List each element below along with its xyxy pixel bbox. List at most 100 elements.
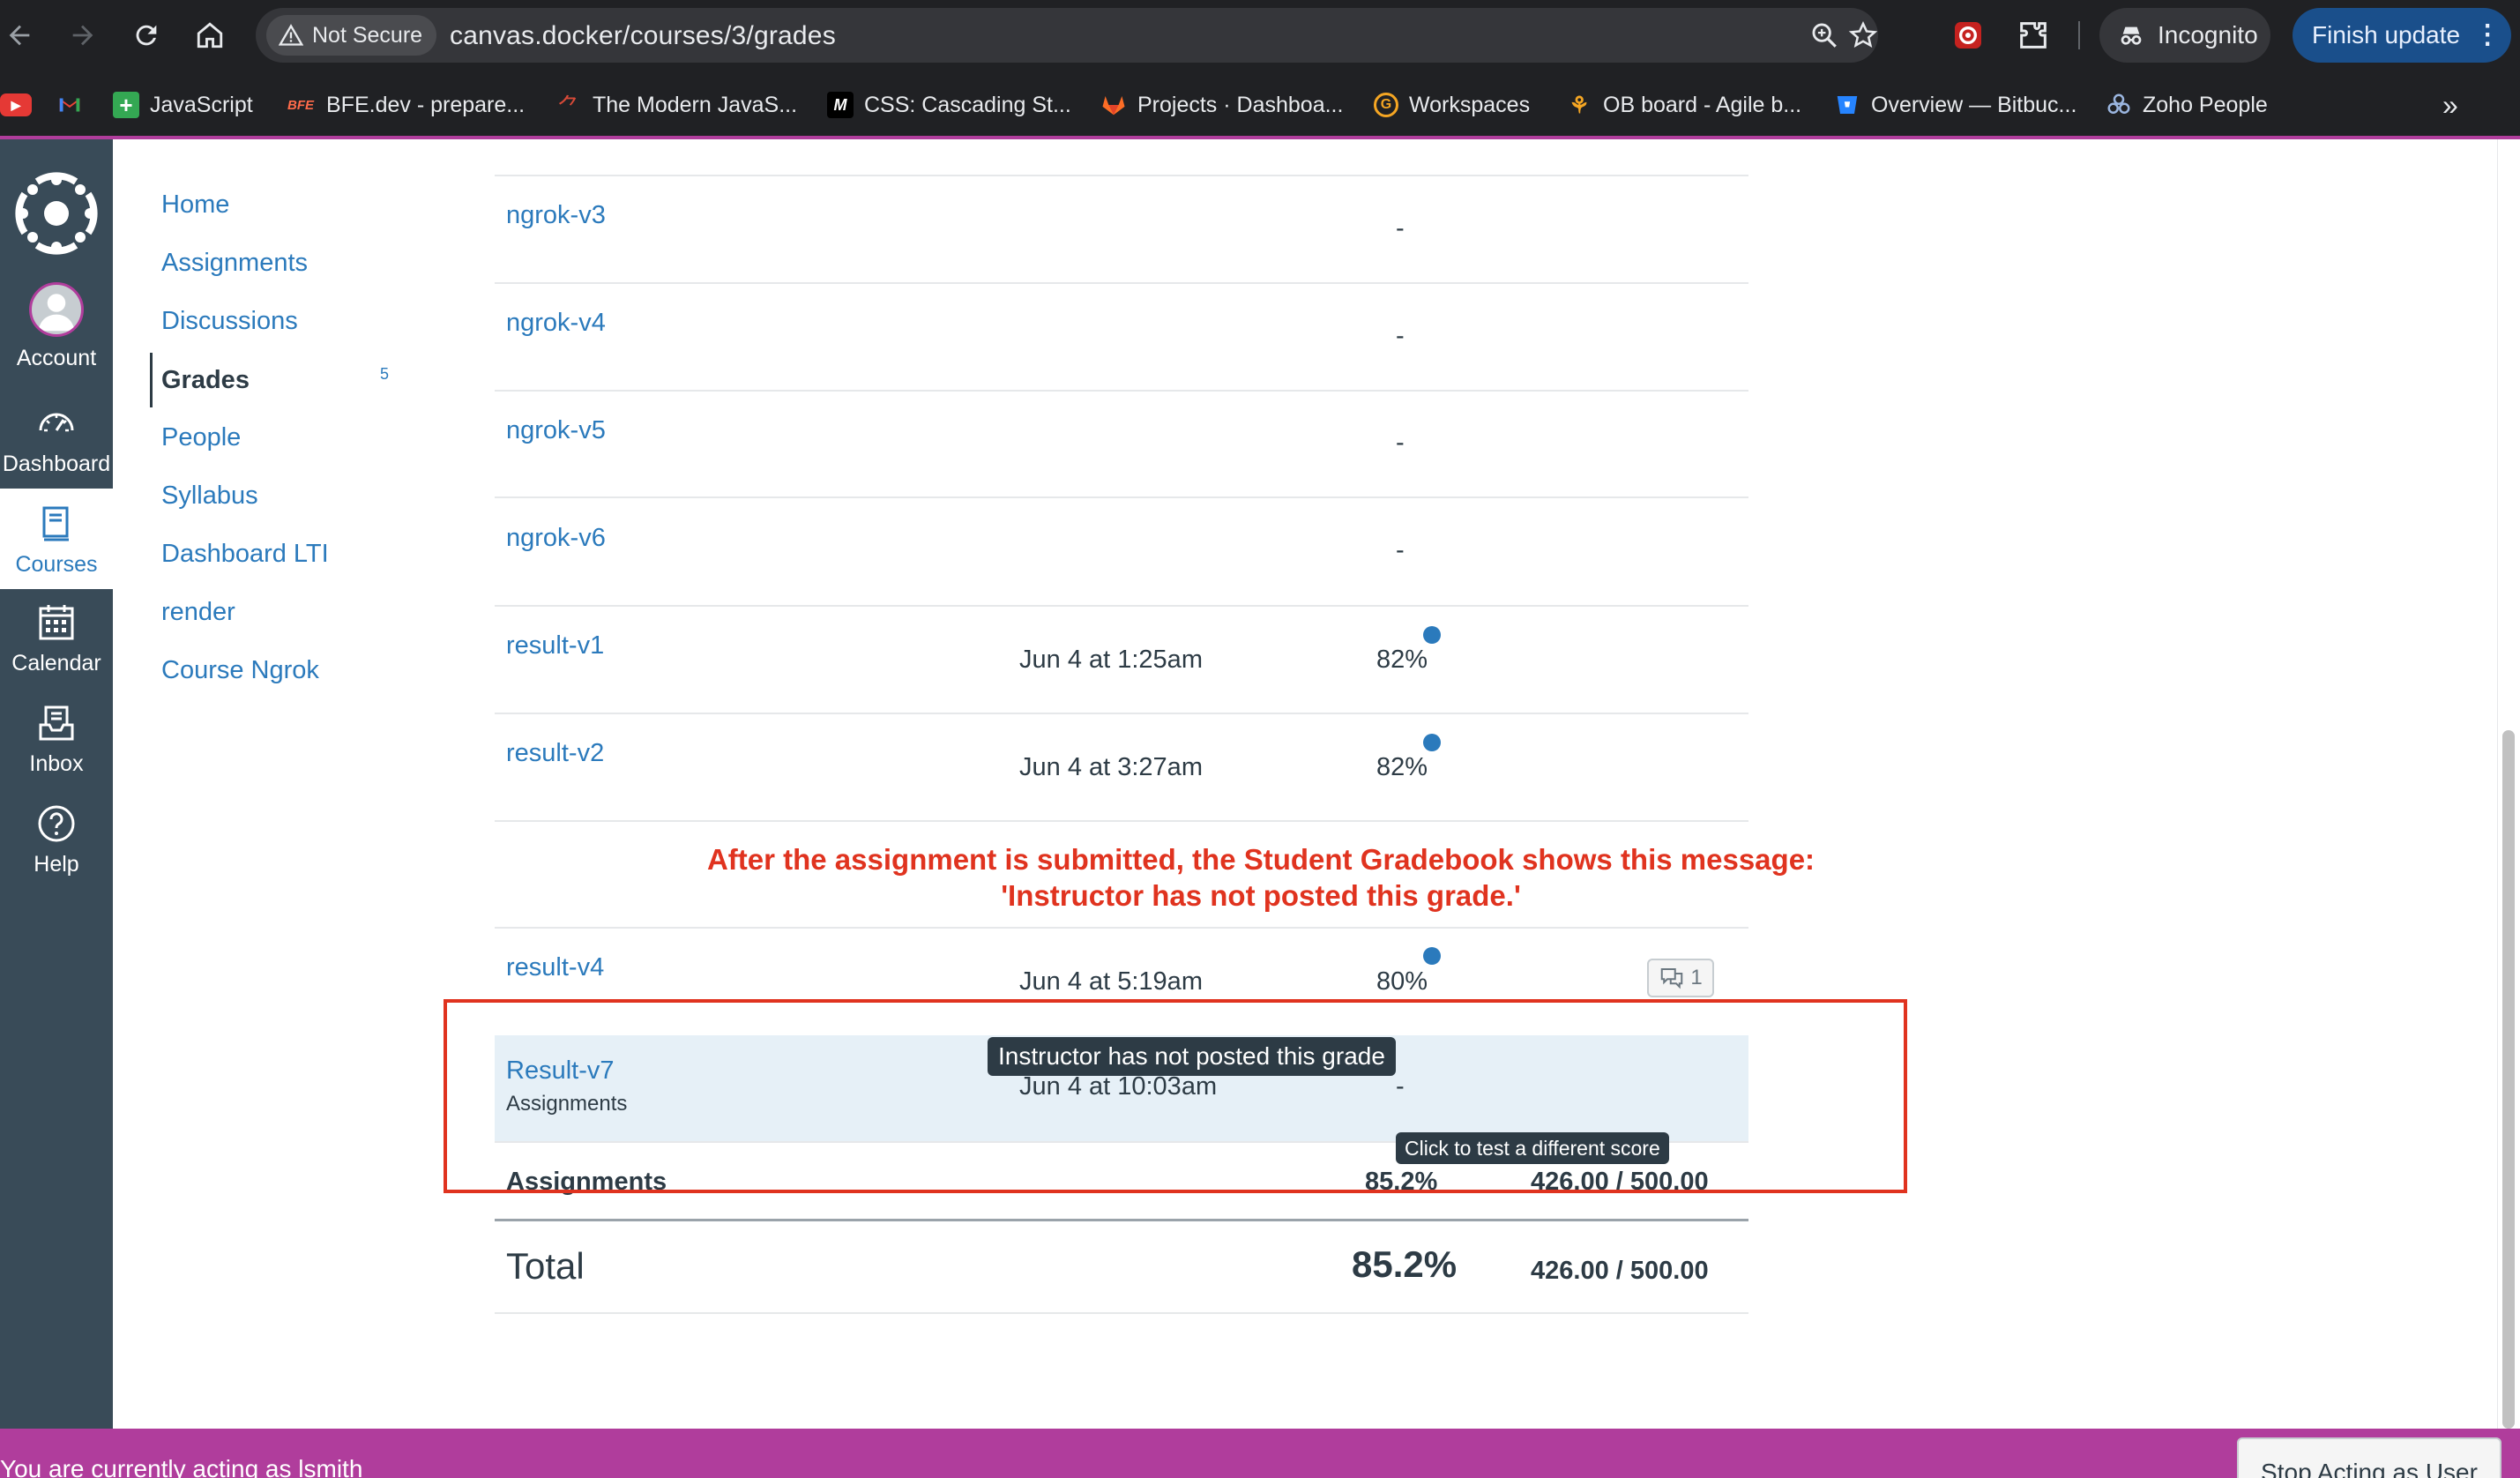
bookmark-workspaces[interactable]: G Workspaces [1374,88,1530,122]
unread-dot-icon [1423,734,1441,751]
row-divider [495,605,1748,607]
row-divider [495,713,1748,714]
assignment-link[interactable]: result-v1 [506,631,604,661]
course-nav-render[interactable]: render [150,591,397,633]
nav-courses[interactable]: Courses [0,489,113,589]
nav-account[interactable]: Account [0,282,113,383]
gmail-icon [59,98,80,112]
inbox-icon [39,705,74,741]
course-nav-course-ngrok[interactable]: Course Ngrok [150,649,397,691]
assignment-link[interactable]: result-v4 [506,953,604,982]
calendar-icon [39,605,74,640]
course-nav-dashboard-lti[interactable]: Dashboard LTI [150,533,397,575]
nav-dashboard[interactable]: Dashboard [0,402,113,503]
extensions-puzzle-icon[interactable] [2016,18,2051,53]
assignment-link[interactable]: result-v2 [506,739,604,768]
avatar-icon [29,282,84,337]
bookmark-label: BFE.dev - prepare... [326,92,526,117]
assignment-link[interactable]: ngrok-v3 [506,201,606,230]
course-nav-grades[interactable]: Grades 5 [150,353,397,407]
bookmark-youtube[interactable]: ▶ [0,88,32,122]
finish-update-label: Finish update [2312,21,2461,49]
security-label: Not Secure [312,22,423,48]
course-nav-home[interactable]: Home [150,183,397,226]
score-value[interactable]: 82% [1376,753,1428,782]
modern-js-icon: ⺈ [556,93,580,120]
nav-calendar[interactable]: Calendar [0,601,113,702]
jira-icon: ⚘ [1569,91,1590,118]
due-date: Jun 4 at 1:25am [1019,646,1203,674]
extension-red-icon[interactable] [1950,18,1986,53]
row-divider [495,1312,1748,1314]
course-nav-label: render [161,597,235,626]
nav-label: Calendar [11,651,101,676]
course-nav-assignments[interactable]: Assignments [150,242,397,284]
bookmark-zoho[interactable]: Zoho People [2106,88,2268,122]
global-navigation: Account Dashboard Courses Calendar Inbox… [0,139,113,1429]
course-nav-syllabus[interactable]: Syllabus [150,474,397,517]
nav-help[interactable]: Help [0,802,113,903]
help-icon [38,805,75,842]
reload-icon[interactable] [129,18,164,53]
incognito-label: Incognito [2158,21,2258,49]
course-nav-people[interactable]: People [150,416,397,459]
security-chip[interactable]: Not Secure [266,15,437,56]
incognito-icon [2121,26,2142,45]
dashboard-icon [39,413,74,432]
forward-icon[interactable] [65,18,101,53]
canvas-logo-icon[interactable] [12,169,101,258]
stop-acting-label: Stop Acting as User [2261,1459,2478,1478]
bookmark-star-icon[interactable] [1848,20,1878,50]
row-divider [495,927,1748,929]
bitbucket-icon [1837,96,1858,114]
unread-dot-icon [1423,626,1441,644]
course-nav-label: Course Ngrok [161,655,319,684]
back-icon[interactable] [2,18,37,53]
score-value[interactable]: 82% [1376,646,1428,675]
score-value: - [1396,429,1405,457]
bookmark-gitlab[interactable]: Projects · Dashboa... [1100,88,1343,122]
bookmarks-overflow-icon[interactable]: » [2442,88,2458,122]
total-percent: 85.2% [1352,1243,1458,1285]
total-points: 426.00 / 500.00 [1531,1257,1709,1285]
kebab-menu-icon[interactable]: ⋮ [2474,22,2501,49]
bookmark-modern-js[interactable]: ⺈ The Modern JavaS... [555,88,797,122]
bookmark-mdn[interactable]: M CSS: Cascading St... [827,88,1071,122]
home-icon[interactable] [192,18,227,53]
bookmark-label: Projects · Dashboa... [1137,92,1344,117]
comments-count: 1 [1690,966,1703,989]
bookmark-gmail[interactable] [56,88,83,122]
course-nav-discussions[interactable]: Discussions [150,300,397,342]
bookmark-bitbucket[interactable]: Overview — Bitbuc... [1834,88,2076,122]
row-divider [495,282,1748,284]
bookmark-label: Zoho People [2143,92,2268,117]
assignment-link[interactable]: ngrok-v5 [506,416,606,445]
course-nav-label: Dashboard LTI [161,539,329,568]
row-divider [495,496,1748,498]
stop-acting-button[interactable]: Stop Acting as User [2237,1437,2501,1478]
workspaces-icon: G [1374,93,1398,117]
unread-dot-icon [1423,947,1441,965]
bookmark-bfe[interactable]: BFE BFE.dev - prepare... [286,88,525,122]
toolbar-divider [2078,21,2080,49]
bookmark-ob-board[interactable]: ⚘ OB board - Agile b... [1566,88,1801,122]
score-value[interactable]: 80% [1376,967,1428,997]
nav-inbox[interactable]: Inbox [0,702,113,802]
nav-label: Account [16,346,97,370]
url-text[interactable]: canvas.docker/courses/3/grades [450,21,836,51]
zoom-icon[interactable] [1809,20,1839,50]
finish-update-button[interactable]: Finish update ⋮ [2293,8,2511,63]
annotation-line-1: After the assignment is submitted, the S… [706,843,1815,876]
bookmark-javascript[interactable]: + JavaScript [113,88,253,122]
comments-button[interactable]: 1 [1647,959,1714,997]
highlight-annotation-box [444,999,1907,1193]
zoho-icon [2107,93,2130,114]
assignment-link[interactable]: ngrok-v4 [506,309,606,338]
assignment-link[interactable]: ngrok-v6 [506,524,606,553]
address-bar[interactable]: Not Secure canvas.docker/courses/3/grade… [256,8,1878,63]
course-nav-label: Grades [161,365,250,394]
page-scrollbar-thumb[interactable] [2502,730,2515,1429]
incognito-chip[interactable]: Incognito [2099,8,2270,63]
course-nav-label: People [161,422,242,452]
masquerade-bar: You are currently acting as lsmith Stop … [0,1429,2520,1478]
